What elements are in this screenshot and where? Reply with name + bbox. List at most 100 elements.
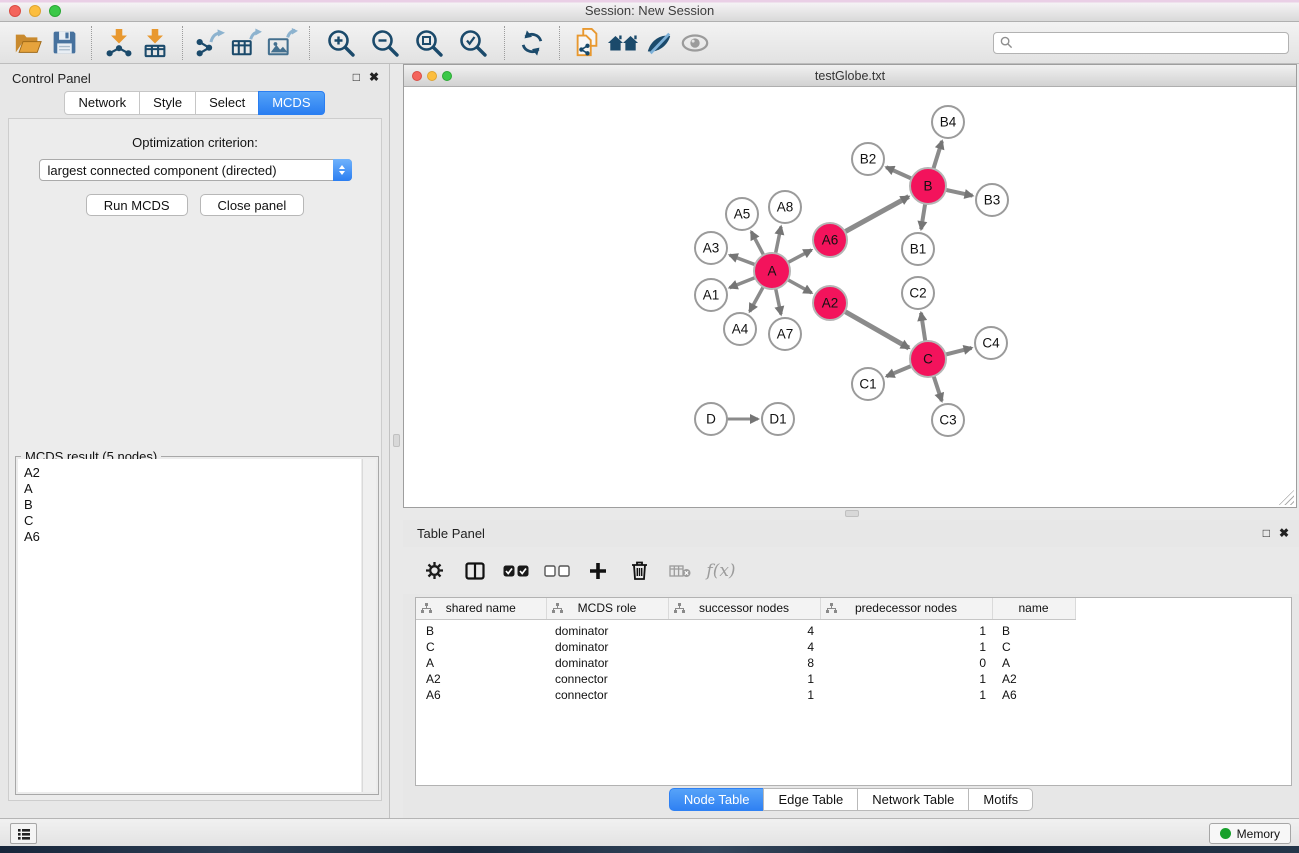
tab-style[interactable]: Style <box>139 91 196 115</box>
zoom-fit-icon[interactable] <box>411 25 447 61</box>
graph-node-B4[interactable]: B4 <box>932 106 964 138</box>
run-mcds-button[interactable]: Run MCDS <box>86 194 188 216</box>
tab-node-table[interactable]: Node Table <box>669 788 765 811</box>
mcds-result-item[interactable]: A <box>24 481 361 497</box>
control-panel-tabs: NetworkStyleSelectMCDS <box>0 91 389 115</box>
table-row[interactable]: A2connector11A2 <box>416 671 1075 687</box>
tab-edge-table[interactable]: Edge Table <box>763 788 858 811</box>
graph-node-C[interactable]: C <box>910 341 946 377</box>
import-network-icon[interactable] <box>101 25 137 61</box>
result-scrollbar[interactable] <box>362 459 376 792</box>
close-panel-button[interactable]: Close panel <box>200 194 305 216</box>
node-table[interactable]: shared nameMCDS rolesuccessor nodesprede… <box>415 597 1292 786</box>
graph-node-A1[interactable]: A1 <box>695 279 727 311</box>
eye-icon[interactable] <box>677 25 713 61</box>
add-column-icon[interactable] <box>585 558 611 584</box>
close-table-panel-icon[interactable]: ✖ <box>1279 526 1289 540</box>
graph-node-C3[interactable]: C3 <box>932 404 964 436</box>
close-panel-icon[interactable]: ✖ <box>369 70 379 84</box>
memory-label: Memory <box>1237 827 1280 841</box>
mcds-result-group: MCDS result (5 nodes) A2ABCA6 <box>15 456 379 795</box>
svg-text:A7: A7 <box>777 327 794 342</box>
svg-text:A4: A4 <box>732 322 749 337</box>
graph-node-B[interactable]: B <box>910 168 946 204</box>
graph-node-A8[interactable]: A8 <box>769 191 801 223</box>
table-settings-gear-icon[interactable] <box>421 558 447 584</box>
mcds-result-item[interactable]: B <box>24 497 361 513</box>
tab-network-table[interactable]: Network Table <box>857 788 969 811</box>
svg-text:C2: C2 <box>909 286 926 301</box>
toolbar-separator <box>504 26 505 60</box>
refresh-layout-icon[interactable] <box>514 25 550 61</box>
save-session-icon[interactable] <box>46 25 82 61</box>
mcds-result-item[interactable]: A6 <box>24 529 361 545</box>
svg-text:C4: C4 <box>982 336 1000 351</box>
export-network-icon[interactable] <box>192 25 228 61</box>
column-view-icon[interactable] <box>462 558 488 584</box>
graph-node-D[interactable]: D <box>695 403 727 435</box>
table-row[interactable]: A6connector11A6 <box>416 687 1075 703</box>
svg-text:B4: B4 <box>940 115 957 130</box>
graph-node-C1[interactable]: C1 <box>852 368 884 400</box>
graph-node-C2[interactable]: C2 <box>902 277 934 309</box>
graph-node-A4[interactable]: A4 <box>724 313 756 345</box>
float-table-panel-icon[interactable]: □ <box>1263 526 1270 540</box>
zoom-selected-icon[interactable] <box>455 25 491 61</box>
export-table-icon[interactable] <box>228 25 264 61</box>
select-all-checkbox-icon[interactable] <box>503 558 529 584</box>
tab-mcds[interactable]: MCDS <box>258 91 324 115</box>
table-row[interactable]: Cdominator41C <box>416 639 1075 655</box>
search-box[interactable] <box>993 32 1289 54</box>
column-header-shared-name[interactable]: shared name <box>416 598 546 619</box>
table-row[interactable]: Adominator80A <box>416 655 1075 671</box>
export-image-icon[interactable] <box>264 25 300 61</box>
open-session-icon[interactable] <box>10 25 46 61</box>
network-window-titlebar[interactable]: testGlobe.txt <box>404 65 1296 87</box>
graph-node-D1[interactable]: D1 <box>762 403 794 435</box>
column-header-successor-nodes[interactable]: successor nodes <box>668 598 820 619</box>
tab-select[interactable]: Select <box>195 91 259 115</box>
zoom-out-icon[interactable] <box>367 25 403 61</box>
graph-node-A[interactable]: A <box>754 253 790 289</box>
float-panel-icon[interactable]: □ <box>353 70 360 84</box>
mcds-result-item[interactable]: C <box>24 513 361 529</box>
graph-node-A6[interactable]: A6 <box>813 223 847 257</box>
delete-table-icon[interactable] <box>667 558 693 584</box>
column-header-name[interactable]: name <box>992 598 1075 619</box>
graph-node-A5[interactable]: A5 <box>726 198 758 230</box>
function-builder-icon[interactable]: f(x) <box>708 558 734 584</box>
tab-motifs[interactable]: Motifs <box>968 788 1033 811</box>
column-header-MCDS-role[interactable]: MCDS role <box>546 598 668 619</box>
svg-text:D: D <box>706 412 716 427</box>
copy-network-icon[interactable] <box>569 25 605 61</box>
network-desktop: testGlobe.txt A A1 A2 A3 A4 A5 A6 A7 A8 B B1 B2 B3 B4… <box>390 64 1299 818</box>
search-input[interactable] <box>1017 36 1282 50</box>
task-history-button[interactable] <box>10 823 37 844</box>
import-table-icon[interactable] <box>137 25 173 61</box>
home-neighbors-icon[interactable] <box>605 25 641 61</box>
horizontal-splitter-grip[interactable] <box>845 510 859 517</box>
column-header-predecessor-nodes[interactable]: predecessor nodes <box>820 598 992 619</box>
zoom-in-icon[interactable] <box>323 25 359 61</box>
vertical-splitter-grip[interactable] <box>393 434 400 447</box>
criterion-select[interactable]: largest connected component (directed) <box>39 159 352 181</box>
graph-node-B1[interactable]: B1 <box>902 233 934 265</box>
optimization-criterion-label: Optimization criterion: <box>9 135 381 150</box>
graph-node-A2[interactable]: A2 <box>813 286 847 320</box>
graph-node-A3[interactable]: A3 <box>695 232 727 264</box>
table-row[interactable]: Bdominator41B <box>416 619 1075 639</box>
delete-column-icon[interactable] <box>626 558 652 584</box>
network-canvas[interactable]: A A1 A2 A3 A4 A5 A6 A7 A8 B B1 B2 B3 B4 C C1 C2 C3 C4 D D1 <box>405 88 1295 506</box>
graph-node-B3[interactable]: B3 <box>976 184 1008 216</box>
tab-network[interactable]: Network <box>64 91 140 115</box>
window-title: Session: New Session <box>0 3 1299 18</box>
search-icon <box>1000 36 1013 49</box>
mcds-result-item[interactable]: A2 <box>24 465 361 481</box>
graph-node-B2[interactable]: B2 <box>852 143 884 175</box>
memory-button[interactable]: Memory <box>1209 823 1291 844</box>
graphics-details-icon[interactable] <box>641 25 677 61</box>
network-view-window: testGlobe.txt A A1 A2 A3 A4 A5 A6 A7 A8 B B1 B2 B3 B4… <box>403 64 1297 508</box>
graph-node-C4[interactable]: C4 <box>975 327 1007 359</box>
graph-node-A7[interactable]: A7 <box>769 318 801 350</box>
deselect-all-checkbox-icon[interactable] <box>544 558 570 584</box>
